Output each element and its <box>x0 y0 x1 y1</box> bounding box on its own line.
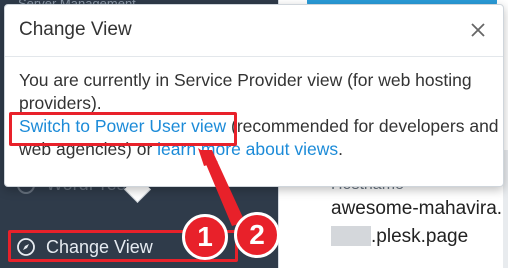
callout-badge-1: 1 <box>182 214 228 260</box>
screen: Server Management WordPress Change View … <box>0 0 508 268</box>
popup-body-text: You are currently in Service Provider vi… <box>19 70 472 113</box>
highlight-box-switch-link <box>9 112 237 146</box>
hostname-domain: .plesk.page <box>371 226 469 247</box>
close-icon[interactable] <box>469 21 487 39</box>
hostname-text: awesome-mahavira. <box>331 198 503 219</box>
callout-badge-2: 2 <box>234 212 280 258</box>
popup-body-text: . <box>338 139 343 159</box>
popup-header: Change View <box>5 5 503 57</box>
change-view-popup: Change View You are currently in Service… <box>4 4 504 187</box>
hostname-value: awesome-mahavira.1 <box>331 198 508 220</box>
redacted-block <box>331 226 371 246</box>
popup-title: Change View <box>19 19 132 40</box>
hostname-value-line2: .plesk.page <box>331 226 468 248</box>
